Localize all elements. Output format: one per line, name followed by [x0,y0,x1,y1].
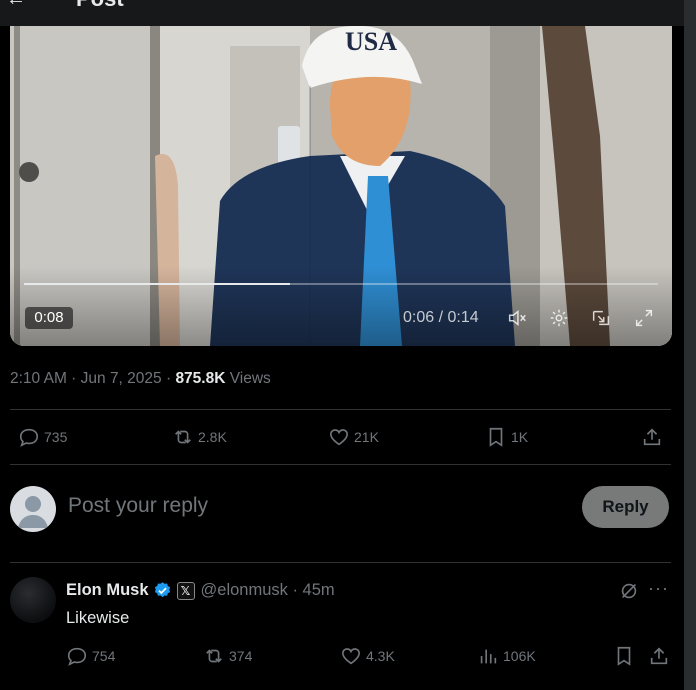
repost-icon [175,430,191,444]
reply-input[interactable]: Post your reply [68,494,208,518]
repost-icon [206,649,222,663]
video-player[interactable]: USA 0:08 0:06 / 0:14 [10,26,672,346]
video-progress-bar[interactable] [24,283,658,285]
share-icon [643,428,661,446]
default-avatar-icon [18,496,48,528]
comment-share-action[interactable] [648,645,674,667]
fullscreen-icon[interactable] [633,307,655,329]
reply-action[interactable]: 735 [18,426,67,448]
post-timestamp-views: 2:10 AM · Jun 7, 2025 · 875.8K Views [10,370,271,388]
hat-text: USA [345,27,397,56]
header-bar: ← Post [0,0,696,26]
bookmark-action[interactable]: 1K [485,426,528,448]
bookmark-icon [489,427,503,447]
like-action[interactable]: 21K [328,426,379,448]
comment-views-count: 106K [503,648,536,664]
comment-reply-action[interactable]: 754 [66,645,115,667]
comment-bookmark-action[interactable] [613,645,639,667]
comment-reply-count: 754 [92,648,116,664]
commenter-avatar[interactable] [10,577,56,623]
bookmark-icon [617,646,631,666]
divider [10,562,671,563]
video-frame: USA [10,26,672,346]
back-arrow-icon[interactable]: ← [6,0,26,11]
comment-like-action[interactable]: 4.3K [340,645,395,667]
reply-count: 735 [44,429,68,445]
heart-icon [329,429,349,446]
comment-repost-action[interactable]: 374 [203,645,252,667]
divider [10,409,671,410]
heart-icon [341,648,361,665]
settings-gear-icon[interactable] [548,307,570,329]
commenter-name[interactable]: Elon Musk [66,581,149,600]
views-count: 875.8K [175,370,226,387]
comment-header: Elon Musk 𝕏 @elonmusk · 45m [66,581,335,600]
post-timestamp[interactable]: 2:10 AM · Jun 7, 2025 · [10,370,175,387]
more-options-icon[interactable]: ··· [648,578,669,599]
video-time-display: 0:06 / 0:14 [403,309,479,326]
repost-action[interactable]: 2.8K [172,426,227,448]
analytics-icon [480,649,497,664]
commenter-handle-time[interactable]: @elonmusk · 45m [201,581,335,600]
share-icon [650,647,668,665]
comment-repost-count: 374 [229,648,253,664]
reply-icon [67,647,87,666]
elapsed-time-badge: 0:08 [25,307,73,329]
mute-icon[interactable] [506,307,528,329]
comment-text: Likewise [66,609,130,627]
comment-like-count: 4.3K [366,648,395,664]
repost-count: 2.8K [198,429,227,445]
comment-views-action[interactable]: 106K [477,645,536,667]
page-title: Post [76,0,124,12]
share-action[interactable] [641,426,667,448]
divider [10,464,671,465]
like-count: 21K [354,429,379,445]
views-label: Views [225,370,271,387]
verified-badge-icon [154,582,170,598]
affiliate-x-icon[interactable]: 𝕏 [176,581,195,600]
reply-button[interactable]: Reply [582,486,669,528]
picture-in-picture-icon[interactable] [590,307,612,329]
scrollbar-track[interactable] [684,0,696,690]
grok-icon[interactable] [618,580,640,602]
video-progress-fill [24,283,291,285]
user-avatar[interactable] [10,486,56,532]
reply-icon [19,428,39,447]
bookmark-count: 1K [511,429,529,445]
